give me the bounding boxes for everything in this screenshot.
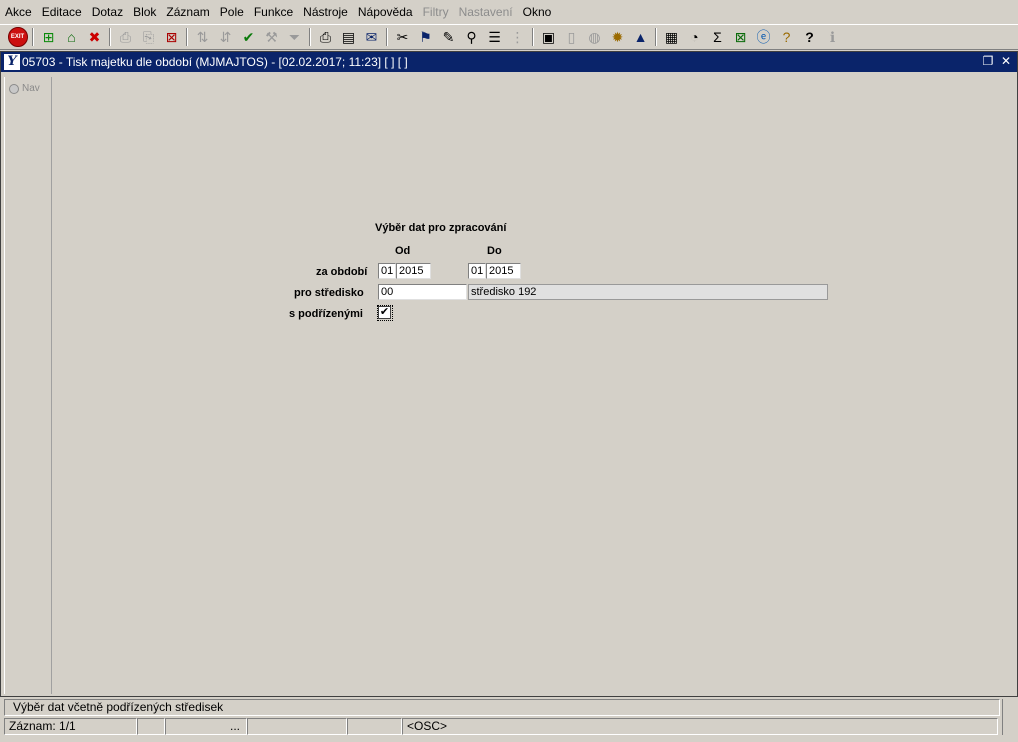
sum-sigma-icon[interactable]: Σ bbox=[707, 26, 729, 48]
help-icon[interactable]: ? bbox=[799, 26, 821, 48]
menu-blok[interactable]: Blok bbox=[128, 0, 161, 24]
query-execute-button[interactable]: ⎘ bbox=[138, 26, 160, 48]
status-cell-5 bbox=[247, 718, 347, 735]
cost-center-label: pro středisko bbox=[294, 287, 364, 299]
menu-funkce[interactable]: Funkce bbox=[249, 0, 298, 24]
commit-check-icon[interactable]: ✔ bbox=[238, 26, 260, 48]
sun-settings-icon[interactable]: ✹ bbox=[607, 26, 629, 48]
menu-bar: Akce Editace Dotaz Blok Záznam Pole Funk… bbox=[0, 0, 1018, 24]
clipboard-icon[interactable]: ▣ bbox=[538, 26, 560, 48]
to-month-field[interactable]: 01 bbox=[468, 263, 486, 279]
form-heading: Výběr dat pro zpracování bbox=[375, 222, 507, 234]
cost-center-code-field[interactable]: 00 bbox=[378, 284, 467, 300]
toolbar-separator bbox=[655, 28, 657, 46]
status-bar: Záznam: 1/1 ... <OSC> bbox=[4, 718, 1016, 735]
subordinates-label: s podřízenými bbox=[289, 308, 363, 320]
menu-napoveda[interactable]: Nápověda bbox=[353, 0, 418, 24]
menu-okno[interactable]: Okno bbox=[518, 0, 557, 24]
nav-panel: Nav bbox=[4, 77, 52, 694]
menu-nastroje[interactable]: Nástroje bbox=[298, 0, 353, 24]
query-cancel-button[interactable]: ⊠ bbox=[161, 26, 183, 48]
window-title: 05703 - Tisk majetku dle období (MJMAJTO… bbox=[22, 55, 408, 69]
excel-icon[interactable]: ⊠ bbox=[730, 26, 752, 48]
to-year-field[interactable]: 2015 bbox=[486, 263, 521, 279]
cost-center-name-field: středisko 192 bbox=[468, 284, 828, 300]
menu-filtry: Filtry bbox=[422, 5, 449, 19]
menu-nastaveni: Nastavení bbox=[458, 5, 513, 19]
nav-item[interactable]: Nav bbox=[9, 83, 40, 94]
status-cell-4: ... bbox=[165, 718, 247, 735]
print-icon[interactable]: ⎙ bbox=[315, 26, 337, 48]
record-counter: Záznam: 1/1 bbox=[4, 718, 137, 735]
query-enter-button[interactable]: ⎙ bbox=[115, 26, 137, 48]
filter-funnel-icon[interactable]: ⏷ bbox=[284, 26, 306, 48]
exit-icon: EXIT bbox=[7, 27, 28, 47]
from-month-field[interactable]: 01 bbox=[378, 263, 396, 279]
document-icon[interactable]: ▯ bbox=[561, 26, 583, 48]
status-grip bbox=[1002, 699, 1015, 735]
column-from-label: Od bbox=[395, 245, 411, 257]
menu-akce[interactable]: Akce bbox=[0, 0, 37, 24]
list-icon[interactable]: ☰ bbox=[484, 26, 506, 48]
duplicate-record-button[interactable]: ⌂ bbox=[61, 26, 83, 48]
menu-zaznam[interactable]: Záznam bbox=[161, 0, 214, 24]
menu-editace[interactable]: Editace bbox=[37, 0, 87, 24]
status-cell-6 bbox=[347, 718, 402, 735]
toolbar-separator bbox=[186, 28, 188, 46]
mail-icon[interactable]: ✉ bbox=[361, 26, 383, 48]
column-to-label: Do bbox=[487, 245, 502, 257]
toolbar-separator bbox=[309, 28, 311, 46]
form-window: Y 05703 - Tisk majetku dle období (MJMAJ… bbox=[0, 51, 1018, 697]
find-binoculars-icon[interactable]: ⚲ bbox=[461, 26, 483, 48]
subordinates-checkbox[interactable]: ✔ bbox=[378, 306, 391, 319]
status-cell-3 bbox=[137, 718, 165, 735]
exit-button[interactable]: EXIT bbox=[7, 26, 29, 48]
wrench-icon[interactable]: ⚒ bbox=[261, 26, 283, 48]
close-icon[interactable]: ✕ bbox=[999, 54, 1013, 68]
toolbar-separator bbox=[386, 28, 388, 46]
mode-indicator: <OSC> bbox=[402, 718, 998, 735]
app-logo-icon: Y bbox=[4, 54, 20, 70]
cut-scissors-icon[interactable]: ✂ bbox=[392, 26, 414, 48]
globe-icon[interactable]: ◍ bbox=[584, 26, 606, 48]
help-context-icon[interactable]: ? bbox=[776, 26, 798, 48]
hint-line: Výběr dat včetně podřízených středisek bbox=[4, 699, 1000, 716]
toolbar: EXIT ⊞ ⌂ ✖ ⎙ ⎘ ⊠ ⇅ ⇵ ✔ ⚒ ⏷ ⎙ ▤ ✉ ✂ ⚑ ✎ ⚲… bbox=[0, 24, 1018, 50]
mountain-icon[interactable]: ▲ bbox=[630, 26, 652, 48]
period-label: za období bbox=[316, 266, 368, 278]
info-icon[interactable]: ℹ bbox=[822, 26, 844, 48]
tree-icon[interactable]: ⋮ bbox=[507, 26, 529, 48]
insert-record-button[interactable]: ⊞ bbox=[38, 26, 60, 48]
menu-pole[interactable]: Pole bbox=[215, 0, 249, 24]
print-preview-icon[interactable]: ▤ bbox=[338, 26, 360, 48]
toolbar-separator bbox=[32, 28, 34, 46]
calendar-clock-icon[interactable]: ◔ bbox=[684, 26, 706, 48]
toolbar-separator bbox=[109, 28, 111, 46]
toolbar-separator bbox=[532, 28, 534, 46]
bookmark-icon[interactable]: ⚑ bbox=[415, 26, 437, 48]
nav-radio-icon bbox=[9, 83, 19, 94]
menu-dotaz[interactable]: Dotaz bbox=[87, 0, 128, 24]
nav-label: Nav bbox=[22, 83, 40, 94]
window-titlebar: Y 05703 - Tisk majetku dle období (MJMAJ… bbox=[1, 52, 1017, 72]
sort-desc-icon[interactable]: ⇵ bbox=[215, 26, 237, 48]
delete-record-button[interactable]: ✖ bbox=[84, 26, 106, 48]
internet-explorer-icon[interactable]: ⓔ bbox=[753, 26, 775, 48]
form-content: Výběr dat pro zpracování Od Do za období… bbox=[53, 73, 1015, 695]
from-year-field[interactable]: 2015 bbox=[396, 263, 431, 279]
text-edit-icon[interactable]: ✎ bbox=[438, 26, 460, 48]
restore-icon[interactable]: ❐ bbox=[981, 54, 995, 68]
chart-icon[interactable]: ▦ bbox=[661, 26, 683, 48]
window-controls: ❐ ✕ bbox=[981, 54, 1013, 68]
sort-asc-icon[interactable]: ⇅ bbox=[192, 26, 214, 48]
